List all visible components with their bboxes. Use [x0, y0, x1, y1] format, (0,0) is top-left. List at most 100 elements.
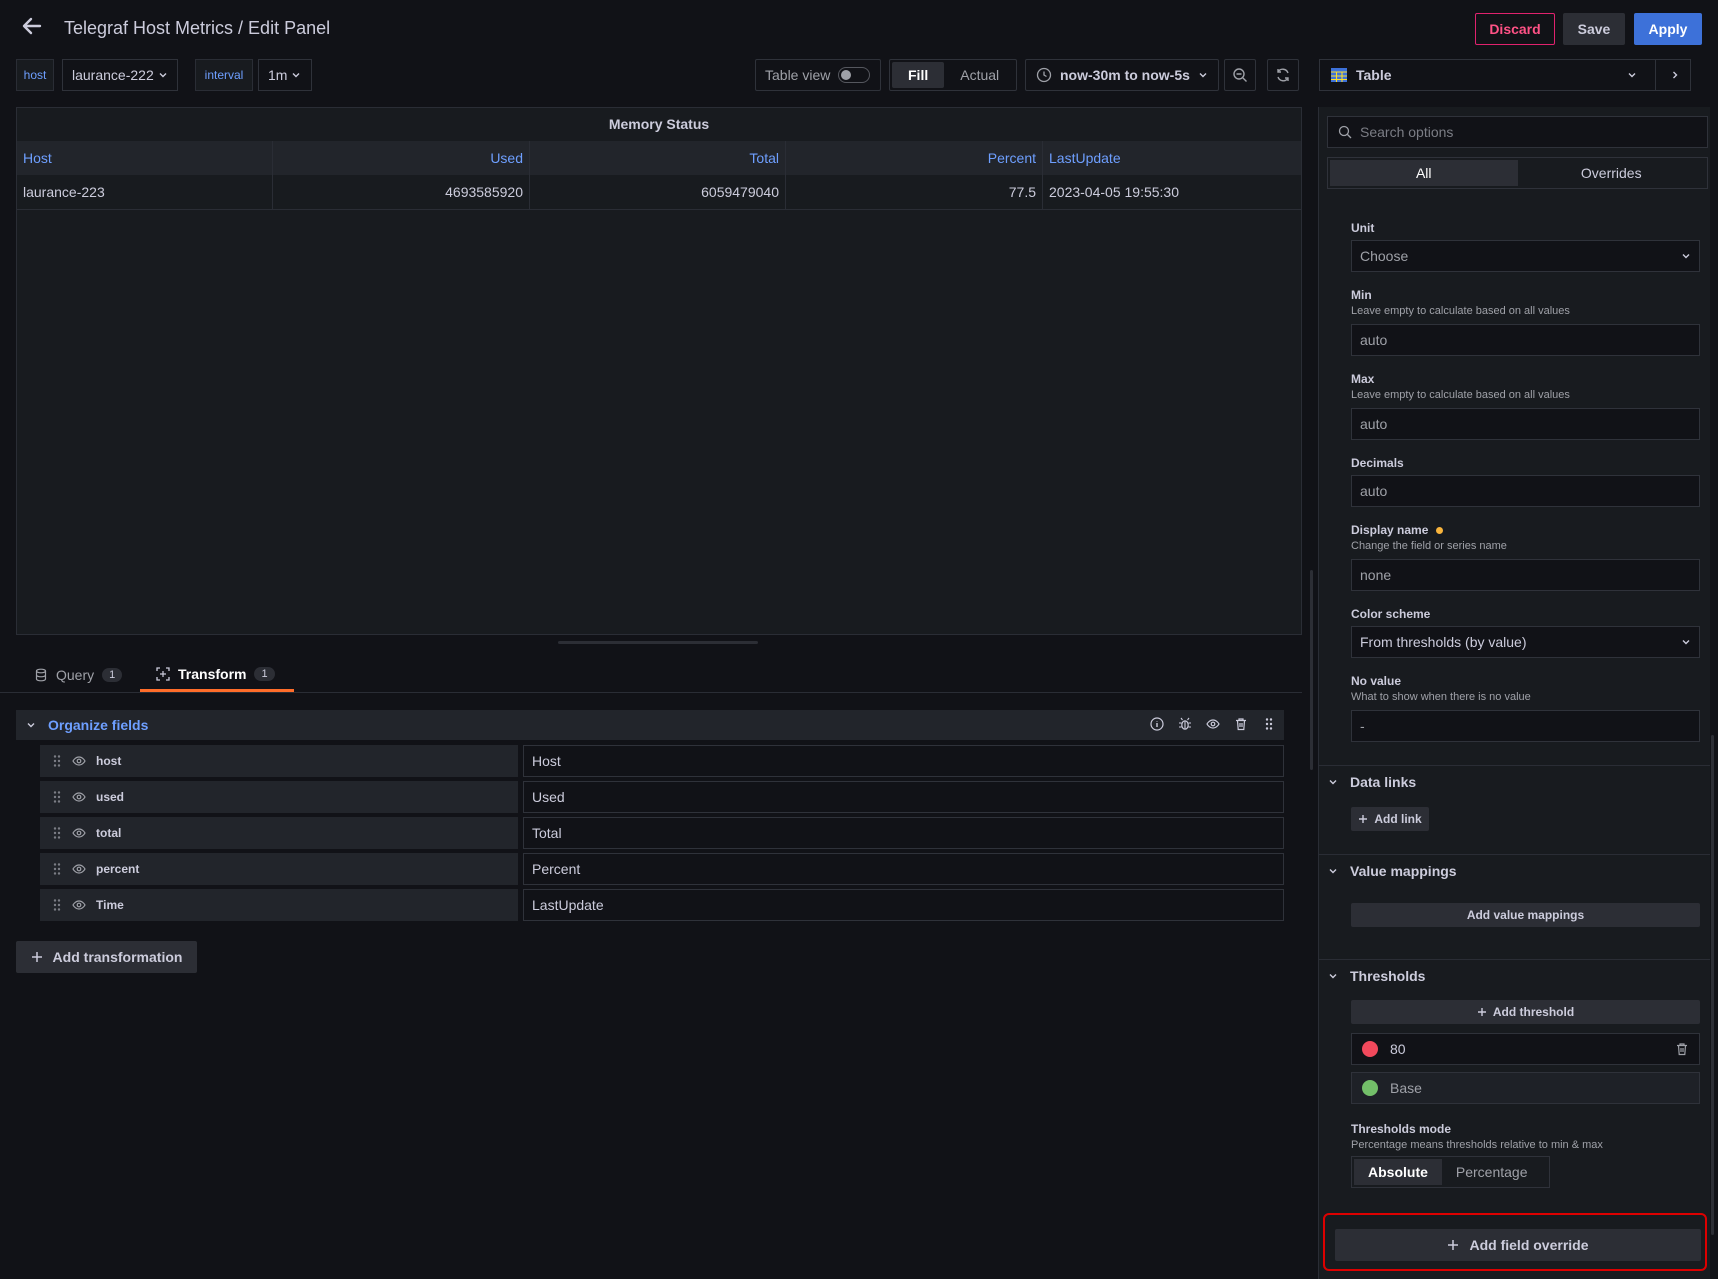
max-label: Max [1351, 372, 1375, 386]
trash-icon[interactable] [1675, 1042, 1689, 1056]
add-link-button[interactable]: Add link [1351, 807, 1429, 831]
table-view-switch[interactable] [838, 67, 871, 83]
drag-handle-icon[interactable] [1262, 717, 1276, 731]
max-input[interactable]: auto [1351, 408, 1700, 440]
refresh-button[interactable] [1267, 59, 1299, 91]
table-cell: 2023-04-05 19:55:30 [1049, 184, 1179, 200]
thresholds-section-header[interactable]: Thresholds [1328, 968, 1425, 984]
trash-icon[interactable] [1234, 717, 1248, 731]
eye-icon[interactable] [72, 826, 86, 840]
fill-option[interactable]: Fill [892, 62, 945, 88]
eye-icon[interactable] [72, 790, 86, 804]
value-mappings-section-header[interactable]: Value mappings [1328, 863, 1457, 879]
unit-select[interactable]: Choose [1351, 240, 1700, 272]
search-options-input[interactable]: Search options [1327, 116, 1708, 148]
field-item[interactable]: total [40, 817, 518, 849]
column-header-total[interactable]: Total [530, 141, 786, 175]
column-header-lastupdate[interactable]: LastUpdate [1043, 141, 1301, 175]
organize-field-row: percent Percent [40, 853, 1284, 885]
threshold-row-red[interactable]: 80 [1351, 1033, 1700, 1065]
time-range-picker[interactable]: now-30m to now-5s [1025, 59, 1219, 91]
display-name-input[interactable]: none [1351, 559, 1700, 591]
add-field-override-button[interactable]: Add field override [1335, 1229, 1701, 1261]
plus-icon [1448, 1240, 1459, 1250]
organize-fields-title: Organize fields [48, 717, 149, 733]
apply-button[interactable]: Apply [1634, 13, 1702, 45]
database-icon [35, 668, 47, 682]
display-name-label-row: Display name [1351, 523, 1444, 537]
drag-handle-icon[interactable] [52, 754, 62, 768]
eye-icon[interactable] [72, 754, 86, 768]
field-item[interactable]: Time [40, 889, 518, 921]
time-range-label: now-30m to now-5s [1060, 67, 1190, 83]
min-description: Leave empty to calculate based on all va… [1351, 305, 1570, 317]
actual-option[interactable]: Actual [944, 62, 1015, 88]
threshold-value[interactable]: 80 [1390, 1041, 1663, 1057]
field-rename-input[interactable]: Host [523, 745, 1284, 777]
no-value-input[interactable]: - [1351, 710, 1700, 742]
field-item[interactable]: percent [40, 853, 518, 885]
variable-select-interval[interactable]: 1m [258, 59, 312, 91]
add-link-label: Add link [1374, 812, 1422, 826]
chevron-down-icon[interactable] [26, 720, 36, 730]
field-rename-input[interactable]: LastUpdate [523, 889, 1284, 921]
threshold-row-base: Base [1351, 1072, 1700, 1104]
tab-transform[interactable]: Transform 1 [140, 658, 294, 692]
data-links-section-header[interactable]: Data links [1328, 774, 1416, 790]
organize-fields-header[interactable]: Organize fields [16, 710, 1284, 740]
threshold-color-swatch[interactable] [1362, 1080, 1378, 1096]
eye-icon[interactable] [1206, 717, 1220, 731]
column-header-percent[interactable]: Percent [786, 141, 1043, 175]
options-tabs: All Overrides [1327, 157, 1708, 189]
threshold-color-swatch[interactable] [1362, 1041, 1378, 1057]
scrollbar[interactable] [1310, 570, 1313, 770]
panel-resize-handle[interactable] [558, 641, 758, 644]
add-threshold-label: Add threshold [1492, 1005, 1575, 1019]
field-item[interactable]: host [40, 745, 518, 777]
bug-icon[interactable] [1178, 717, 1192, 731]
color-scheme-select[interactable]: From thresholds (by value) [1351, 626, 1700, 658]
add-threshold-button[interactable]: Add threshold [1351, 1000, 1700, 1024]
save-button[interactable]: Save [1563, 13, 1625, 45]
field-item[interactable]: used [40, 781, 518, 813]
thresholds-mode-switch: Absolute Percentage [1351, 1156, 1550, 1188]
field-rename-input[interactable]: Total [523, 817, 1284, 849]
visualization-picker[interactable]: Table [1319, 59, 1691, 91]
field-rename-input[interactable]: Used [523, 781, 1284, 813]
tab-all[interactable]: All [1330, 160, 1518, 186]
field-rename-input[interactable]: Percent [523, 853, 1284, 885]
drag-handle-icon[interactable] [52, 790, 62, 804]
decimals-label: Decimals [1351, 456, 1404, 470]
refresh-icon [1277, 68, 1289, 82]
min-input[interactable]: auto [1351, 324, 1700, 356]
chevron-down-icon [159, 73, 167, 78]
discard-button[interactable]: Discard [1475, 13, 1555, 45]
data-links-title: Data links [1350, 774, 1417, 790]
eye-icon[interactable] [72, 862, 86, 876]
mode-absolute[interactable]: Absolute [1354, 1159, 1442, 1185]
tab-query[interactable]: Query 1 [18, 658, 138, 692]
tab-overrides[interactable]: Overrides [1518, 160, 1706, 186]
chevron-right-icon[interactable] [1670, 70, 1680, 80]
search-icon [1338, 125, 1352, 139]
no-value-description: What to show when there is no value [1351, 691, 1531, 703]
drag-handle-icon[interactable] [52, 898, 62, 912]
info-icon[interactable] [1150, 717, 1164, 731]
field-name: percent [96, 862, 140, 876]
decimals-input[interactable]: auto [1351, 475, 1700, 507]
add-value-mappings-button[interactable]: Add value mappings [1351, 903, 1700, 927]
table-view-toggle[interactable]: Table view [755, 59, 881, 91]
plus-icon [1477, 1008, 1486, 1016]
visualization-name: Table [1356, 67, 1392, 83]
options-scrollbar[interactable] [1711, 735, 1714, 1235]
column-header-used[interactable]: Used [273, 141, 530, 175]
drag-handle-icon[interactable] [52, 862, 62, 876]
drag-handle-icon[interactable] [52, 826, 62, 840]
mode-percentage[interactable]: Percentage [1442, 1159, 1542, 1185]
eye-icon[interactable] [72, 898, 86, 912]
zoom-out-button[interactable] [1224, 59, 1256, 91]
add-transformation-button[interactable]: Add transformation [16, 941, 197, 973]
back-arrow-icon[interactable] [20, 14, 48, 44]
column-header-host[interactable]: Host [17, 141, 273, 175]
variable-select-host[interactable]: laurance-222 [62, 59, 178, 91]
